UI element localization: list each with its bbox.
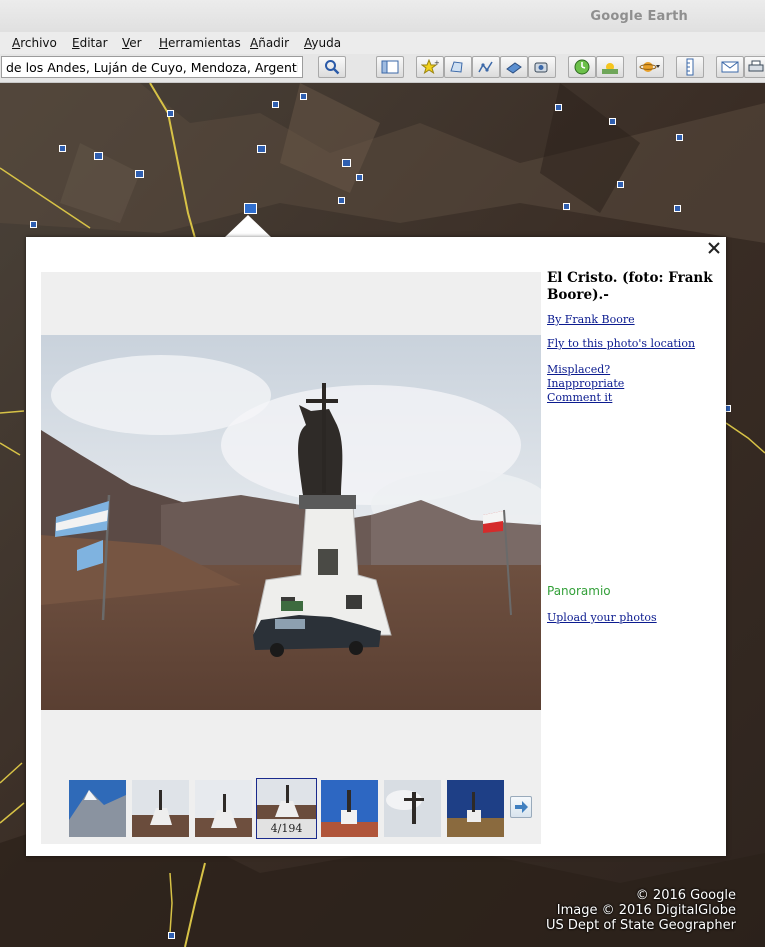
path-icon — [478, 61, 493, 73]
menu-anadir[interactable]: Añadir — [250, 36, 289, 50]
menu-herramientas[interactable]: Herramientas — [159, 36, 241, 50]
thumbnail[interactable] — [384, 780, 441, 837]
thumbnail[interactable] — [132, 780, 189, 837]
planets-button[interactable] — [636, 56, 664, 78]
photo-placemark-icon[interactable] — [300, 93, 307, 100]
sidebar-toggle-icon — [381, 60, 399, 74]
search-button[interactable] — [318, 56, 346, 78]
menu-bar: Archivo Editar Ver Herramientas Añadir A… — [0, 32, 765, 54]
image-overlay-icon — [506, 62, 522, 74]
next-photos-button[interactable] — [510, 796, 532, 818]
author-link[interactable]: By Frank Boore — [547, 313, 717, 327]
title-bar: Google Earth — [0, 0, 765, 32]
ruler-icon — [686, 58, 694, 76]
imagery-attribution: © 2016 Google Image © 2016 DigitalGlobe … — [546, 888, 736, 933]
record-tour-button[interactable] — [528, 56, 556, 78]
menu-editar[interactable]: Editar — [72, 36, 108, 50]
planets-icon — [639, 62, 660, 72]
main-photo[interactable] — [41, 335, 541, 710]
photo-placemark-icon[interactable] — [257, 145, 266, 153]
photo-placemark-icon[interactable] — [59, 145, 66, 152]
photo-title: El Cristo. (foto: Frank Boore).- — [547, 270, 713, 303]
photo-placemark-icon[interactable] — [167, 110, 174, 117]
print-icon — [748, 60, 764, 72]
print-button[interactable] — [744, 56, 765, 78]
add-path-button[interactable] — [472, 56, 500, 78]
historical-imagery-icon — [574, 59, 590, 75]
photo-placemark-icon[interactable] — [563, 203, 570, 210]
svg-text:+: + — [434, 59, 439, 67]
sunlight-icon — [602, 63, 618, 74]
add-image-overlay-button[interactable] — [500, 56, 528, 78]
balloon-pointer — [224, 215, 272, 238]
photo-viewer: 4/194 — [41, 272, 541, 844]
inappropriate-link[interactable]: Inappropriate — [547, 377, 717, 391]
photo-balloon: 4/194 El Cristo. (foto: Frank Boore).- B… — [26, 237, 726, 856]
misplaced-link[interactable]: Misplaced? — [547, 363, 717, 377]
attribution-digitalglobe: Image © 2016 DigitalGlobe — [556, 903, 736, 918]
email-button[interactable] — [716, 56, 744, 78]
upload-photos-link[interactable]: Upload your photos — [547, 611, 657, 624]
search-icon — [325, 60, 340, 75]
ruler-button[interactable] — [676, 56, 704, 78]
photo-placemark-icon[interactable] — [338, 197, 345, 204]
attribution-google: © 2016 Google — [635, 888, 736, 903]
photo-info: El Cristo. (foto: Frank Boore).- By Fran… — [547, 270, 717, 405]
selected-photo-placemark-icon[interactable] — [244, 203, 257, 214]
thumbnail[interactable] — [69, 780, 126, 837]
arrow-right-icon — [515, 801, 528, 813]
photo-placemark-icon[interactable] — [356, 174, 363, 181]
photo-placemark-icon[interactable] — [555, 104, 562, 111]
add-placemark-button[interactable]: + — [416, 56, 444, 78]
polygon-icon — [450, 61, 463, 73]
search-input[interactable] — [1, 56, 303, 78]
thumbnail-selected[interactable]: 4/194 — [256, 778, 317, 839]
comment-link[interactable]: Comment it — [547, 391, 717, 405]
sidebar-toggle-button[interactable] — [376, 56, 404, 78]
photo-placemark-icon[interactable] — [30, 221, 37, 228]
fly-to-location-link[interactable]: Fly to this photo's location — [547, 337, 717, 351]
placemark-icon: + — [421, 59, 439, 75]
menu-archivo[interactable]: Archivo — [12, 36, 57, 50]
photo-placemark-icon[interactable] — [617, 181, 624, 188]
add-polygon-button[interactable] — [444, 56, 472, 78]
historical-imagery-button[interactable] — [568, 56, 596, 78]
toolbar: + — [0, 54, 765, 83]
panoramio-logo: Panoramio — [547, 584, 611, 598]
attribution-state-dept: US Dept of State Geographer — [545, 918, 736, 933]
record-tour-icon — [534, 62, 548, 73]
thumbnail[interactable] — [447, 780, 504, 837]
photo-placemark-icon[interactable] — [135, 170, 144, 178]
sunlight-button[interactable] — [596, 56, 624, 78]
photo-counter: 4/194 — [257, 820, 316, 838]
photo-placemark-icon[interactable] — [168, 932, 175, 939]
photo-placemark-icon[interactable] — [272, 101, 279, 108]
window-title: Google Earth — [590, 9, 688, 24]
thumbnail[interactable] — [195, 780, 252, 837]
menu-ver[interactable]: Ver — [122, 36, 142, 50]
photo-placemark-icon[interactable] — [676, 134, 683, 141]
menu-ayuda[interactable]: Ayuda — [304, 36, 341, 50]
close-icon[interactable] — [706, 240, 722, 256]
photo-placemark-icon[interactable] — [342, 159, 351, 167]
photo-placemark-icon[interactable] — [94, 152, 103, 160]
photo-placemark-icon[interactable] — [609, 118, 616, 125]
email-icon — [721, 61, 739, 73]
photo-placemark-icon[interactable] — [674, 205, 681, 212]
thumbnail[interactable] — [321, 780, 378, 837]
